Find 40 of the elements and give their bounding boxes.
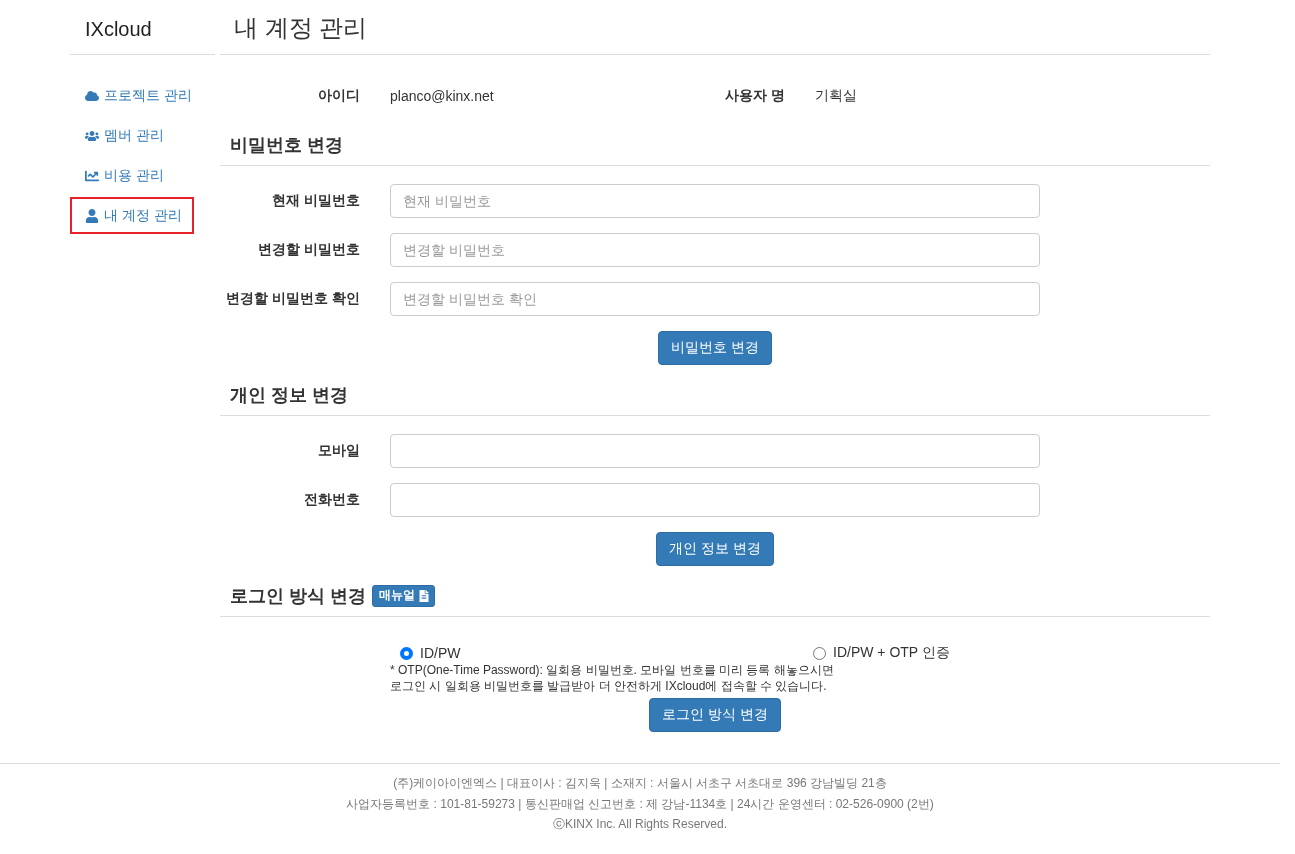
input-field[interactable] xyxy=(390,483,1040,517)
info-label: 아이디 xyxy=(317,87,360,105)
page-title: 내 계정 관리 xyxy=(220,0,1210,55)
radio-label: ID/PW xyxy=(420,645,461,661)
submit-button[interactable]: 비밀번호 변경 xyxy=(658,331,772,365)
field-label: 변경할 비밀번호 확인 xyxy=(225,290,360,308)
sidebar-item[interactable]: 비용 관리 xyxy=(70,157,174,194)
radio-label: ID/PW + OTP 인증 xyxy=(833,644,950,662)
input-field[interactable]: 변경할 비밀번호 확인 xyxy=(390,282,1040,316)
section-title: 개인 정보 변경 xyxy=(230,383,348,407)
cloud-icon xyxy=(85,88,99,103)
otp-note: * OTP(One-Time Password): 일회용 비밀번호. 모바일 번호를 미리 등록 해놓으시면 로그인 시 일회용 비밀번호를 발급받아 더 안전하게 IXcloud에 접속할 수 있습니다. xyxy=(390,662,834,694)
section-title: 로그인 방식 변경 xyxy=(230,584,366,608)
info-value: 기획실 xyxy=(815,87,858,105)
manual-button[interactable]: 매뉴얼 xyxy=(372,584,435,607)
radio-button[interactable] xyxy=(813,646,826,660)
info-value: planco@kinx.net xyxy=(390,88,495,104)
footer-text: 사업자등록번호 : 101-81-59273 | 통신판매업 신고번호 : 제 강남-1134호 | 24시간 운영센터 : 02-526-0900 (2번) xyxy=(346,795,934,813)
brand-logo: IXcloud xyxy=(70,0,215,55)
input-field[interactable]: 변경할 비밀번호 xyxy=(390,233,1040,267)
users-icon xyxy=(85,128,99,143)
user-icon xyxy=(85,208,99,223)
field-label: 변경할 비밀번호 xyxy=(257,241,360,259)
sidebar-item[interactable]: 프로젝트 관리 xyxy=(70,77,202,114)
footer-text: (주)케이아이엔엑스 | 대표이사 : 김지욱 | 소재지 : 서울시 서초구 서초대로 396 강남빌딩 21층 xyxy=(393,775,887,792)
submit-button[interactable]: 개인 정보 변경 xyxy=(656,532,774,566)
field-label: 전화번호 xyxy=(303,491,360,509)
sidebar-item[interactable]: 멤버 관리 xyxy=(70,117,174,154)
sidebar-item[interactable]: 내 계정 관리 xyxy=(70,197,194,234)
footer-text: ⓒKINX Inc. All Rights Reserved. xyxy=(552,816,728,833)
document-icon xyxy=(418,589,430,602)
input-field[interactable]: 현재 비밀번호 xyxy=(390,184,1040,218)
line-chart-icon xyxy=(85,168,99,183)
section-title: 비밀번호 변경 xyxy=(230,133,343,157)
radio-button[interactable] xyxy=(400,646,413,660)
info-label: 사용자 명 xyxy=(724,87,785,105)
input-field[interactable] xyxy=(390,434,1040,468)
submit-button[interactable]: 로그인 방식 변경 xyxy=(649,698,781,732)
field-label: 모바일 xyxy=(317,442,360,460)
field-label: 현재 비밀번호 xyxy=(271,192,360,210)
